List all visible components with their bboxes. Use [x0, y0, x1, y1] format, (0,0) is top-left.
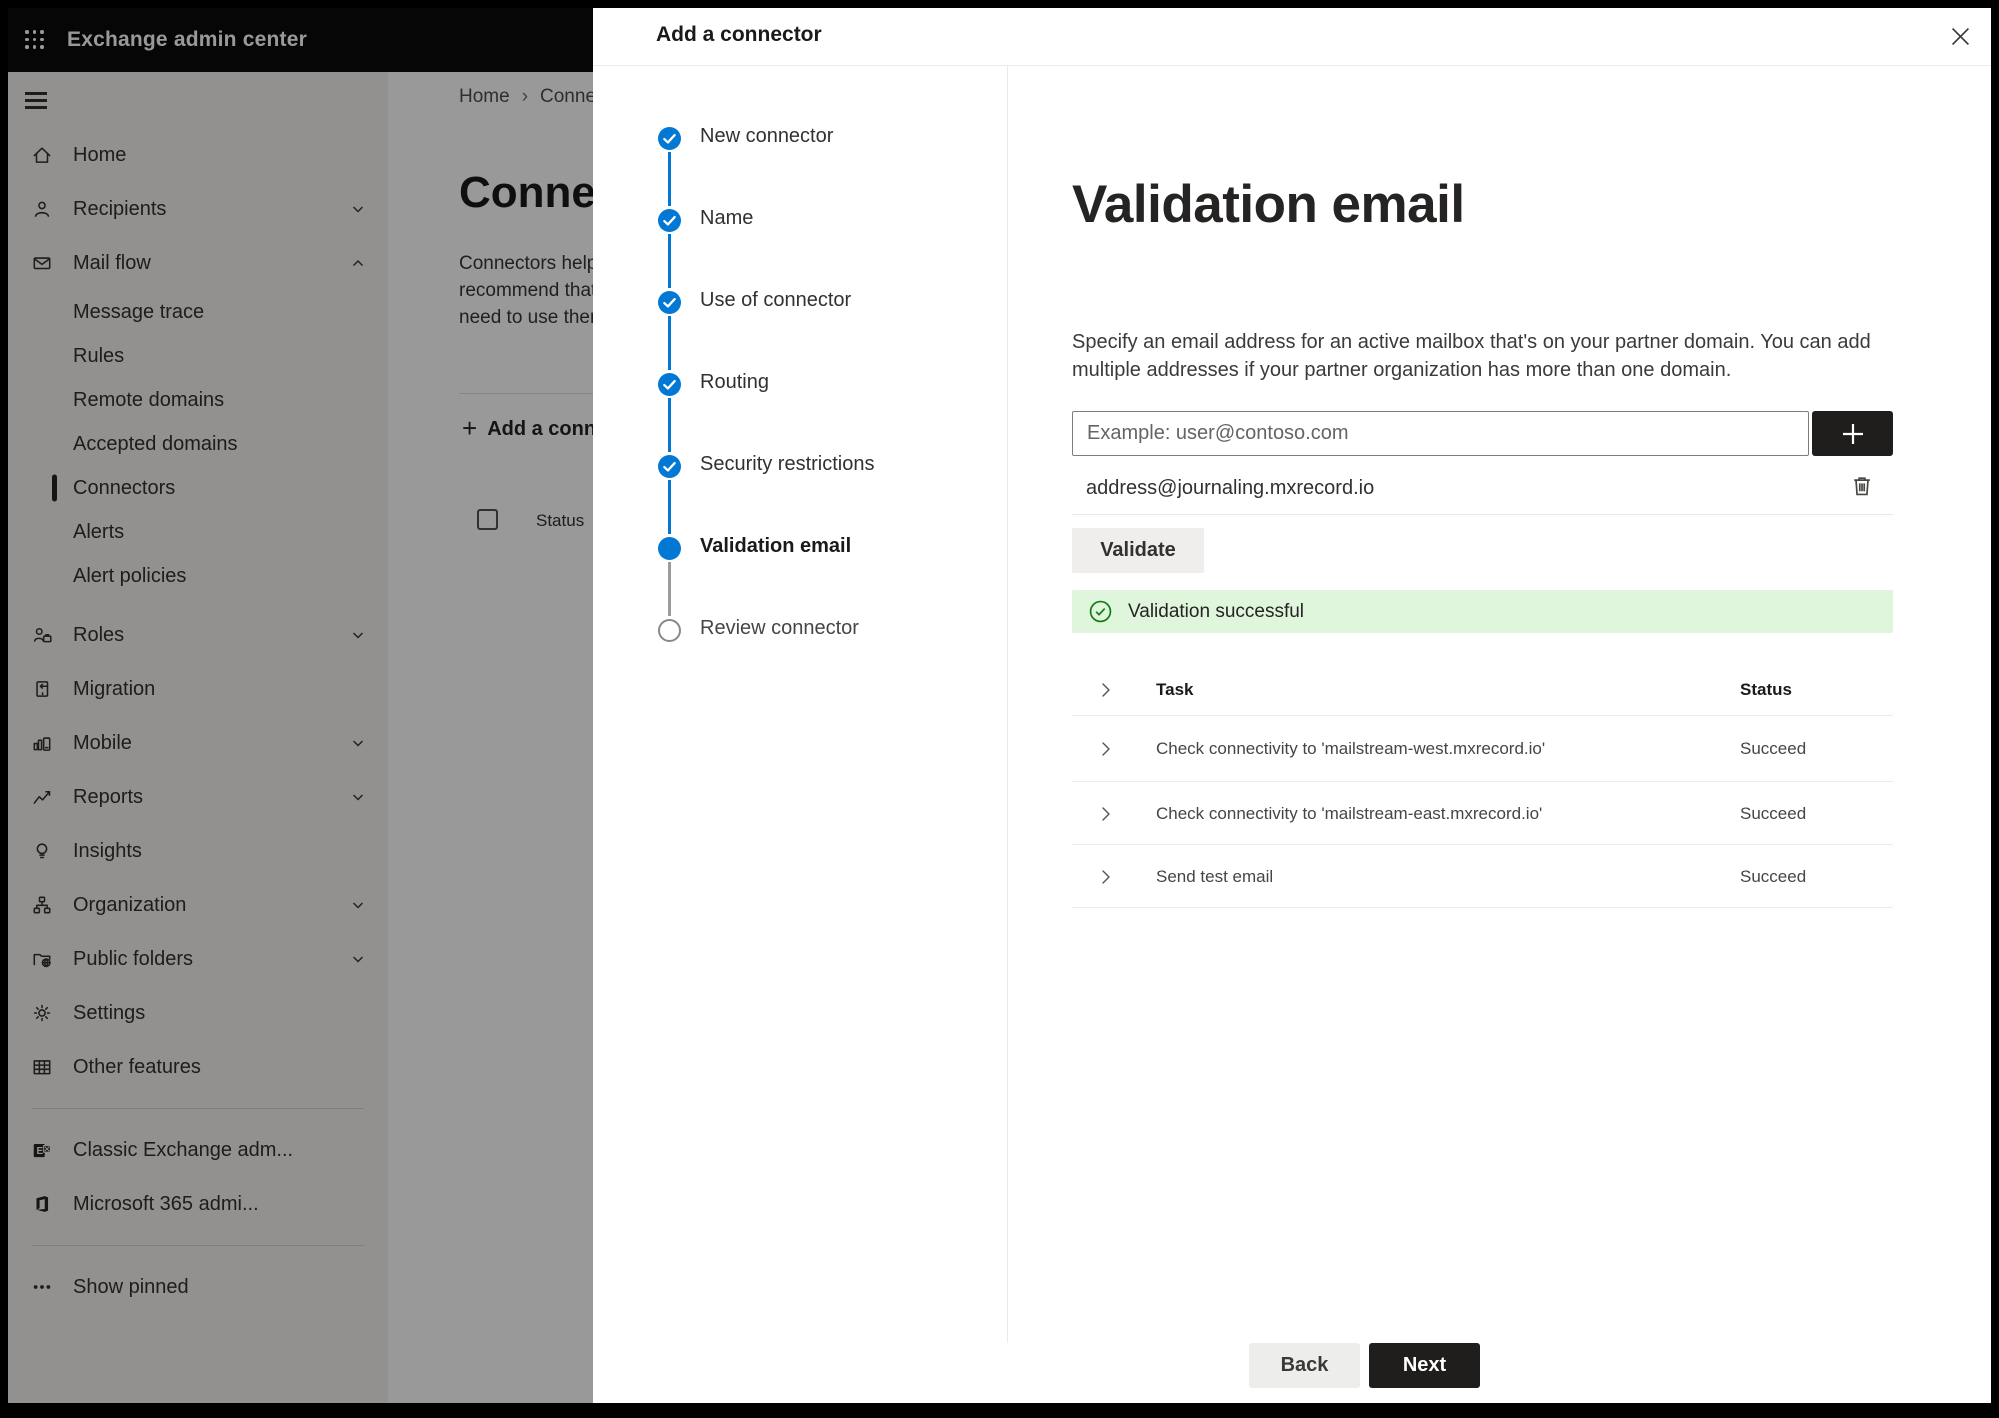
panel-title: Add a connector: [656, 23, 822, 46]
step-upcoming-circle-icon[interactable]: [658, 618, 681, 642]
wizard-steps: New connector Name Use of connector Routing…: [593, 66, 1008, 1343]
step-connector-line: [668, 398, 671, 452]
step-connector-line: [668, 152, 671, 206]
validate-button[interactable]: Validate: [1072, 528, 1204, 573]
panel-content: Validation email Specify an email addres…: [1072, 66, 1893, 1343]
add-email-button[interactable]: [1812, 411, 1893, 456]
panel-header: Add a connector: [593, 8, 1991, 66]
chevron-right-icon[interactable]: [1096, 739, 1116, 759]
table-row[interactable]: Check connectivity to 'mailstream-west.m…: [1072, 717, 1893, 782]
check-circle-icon: [1089, 600, 1112, 623]
wizard-step-validation-email[interactable]: Validation email: [700, 535, 851, 558]
validation-success-banner: Validation successful: [1072, 590, 1893, 633]
wizard-step-review-connector[interactable]: Review connector: [700, 617, 859, 640]
status-cell: Succeed: [1740, 866, 1807, 886]
banner-text: Validation successful: [1128, 600, 1305, 622]
step-connector-line: [668, 234, 671, 288]
step-complete-check-icon[interactable]: [658, 208, 681, 232]
chevron-right-icon[interactable]: [1096, 867, 1116, 887]
exchange-admin-window: Exchange admin center Home Recipients Mail…: [8, 8, 1991, 1403]
step-connector-line: [668, 316, 671, 370]
step-description: Specify an email address for an active m…: [1072, 328, 1871, 384]
address-value: address@journaling.mxrecord.io: [1086, 477, 1375, 499]
step-connector-line: [668, 480, 671, 534]
wizard-step-use-of-connector[interactable]: Use of connector: [700, 289, 851, 312]
divider: [1072, 514, 1893, 515]
task-cell: Check connectivity to 'mailstream-east.m…: [1156, 803, 1543, 823]
back-button[interactable]: Back: [1249, 1343, 1360, 1388]
task-cell: Check connectivity to 'mailstream-west.m…: [1156, 739, 1546, 758]
table-row[interactable]: Send test email Succeed: [1072, 846, 1893, 908]
wizard-step-new-connector[interactable]: New connector: [700, 125, 833, 148]
step-complete-check-icon[interactable]: [658, 454, 681, 478]
task-cell: Send test email: [1156, 866, 1274, 886]
step-complete-check-icon[interactable]: [658, 126, 681, 150]
step-complete-check-icon[interactable]: [658, 290, 681, 314]
description-line: multiple addresses if your partner organ…: [1072, 359, 1732, 381]
wizard-step-routing[interactable]: Routing: [700, 371, 769, 394]
address-row: address@journaling.mxrecord.io: [1072, 466, 1893, 514]
status-cell: Succeed: [1740, 803, 1807, 823]
email-input[interactable]: [1072, 411, 1809, 456]
screen: Exchange admin center Home Recipients Mail…: [0, 0, 1999, 1418]
step-heading: Validation email: [1072, 175, 1465, 234]
close-icon[interactable]: [1945, 21, 1975, 51]
task-column-header: Task: [1156, 679, 1194, 699]
table-row[interactable]: Check connectivity to 'mailstream-east.m…: [1072, 783, 1893, 845]
status-column-header: Status: [1740, 679, 1792, 699]
wizard-step-security-restrictions[interactable]: Security restrictions: [700, 453, 875, 476]
step-complete-check-icon[interactable]: [658, 372, 681, 396]
table-header-row: Task Status: [1072, 664, 1893, 716]
step-current-dot-icon[interactable]: [658, 536, 681, 560]
wizard-step-name[interactable]: Name: [700, 207, 753, 230]
add-connector-panel: Add a connector New connector Name Use of …: [593, 8, 1991, 1403]
chevron-right-icon[interactable]: [1096, 804, 1116, 824]
description-line: Specify an email address for an active m…: [1072, 331, 1871, 353]
chevron-right-icon[interactable]: [1096, 680, 1116, 700]
status-cell: Succeed: [1740, 739, 1807, 758]
trash-icon[interactable]: [1849, 473, 1877, 501]
step-connector-line: [668, 562, 671, 616]
next-button[interactable]: Next: [1369, 1343, 1480, 1388]
